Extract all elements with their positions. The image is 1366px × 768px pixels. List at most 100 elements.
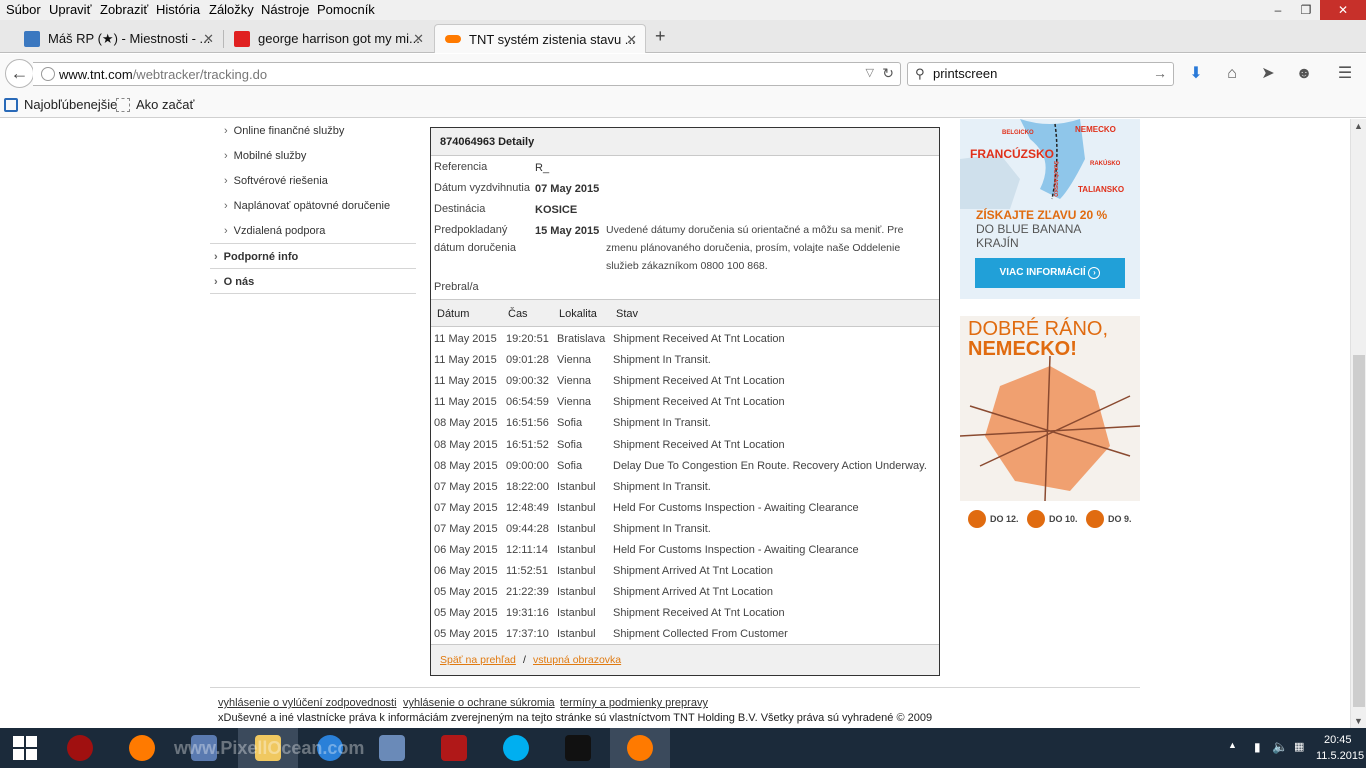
cell-location: Bratislava — [557, 333, 606, 345]
tab-youtube[interactable]: george harrison got my mi... ✕ — [224, 24, 432, 53]
map-label: FRANCÚZSKO — [970, 147, 1054, 161]
firefox-icon — [129, 735, 155, 761]
menu-item-edit[interactable]: Upraviť — [49, 2, 91, 17]
search-go-icon[interactable]: → — [1153, 65, 1167, 81]
home-icon[interactable]: ⌂ — [1222, 64, 1242, 84]
more-info-button[interactable]: VIAC INFORMÁCIÍ › — [975, 258, 1125, 288]
restore-button[interactable]: ❐ — [1292, 0, 1320, 20]
battery-icon[interactable]: ▮ — [1254, 740, 1261, 754]
scroll-down-icon[interactable]: ▼ — [1354, 716, 1363, 726]
sidebar-item-mobile[interactable]: › Mobilné služby — [224, 150, 306, 162]
clock-date[interactable]: 11.5.2015 — [1316, 750, 1364, 762]
new-tab-button[interactable]: + — [655, 26, 666, 47]
cell-date: 06 May 2015 — [434, 544, 498, 556]
chat-icon[interactable]: ☻ — [1294, 64, 1314, 84]
cell-date: 05 May 2015 — [434, 586, 498, 599]
url-dropdown-icon[interactable]: ▽ — [866, 66, 874, 79]
tab-tnt[interactable]: TNT systém zistenia stavu ... ✕ — [434, 24, 646, 53]
firefox-icon — [627, 735, 653, 761]
terms-link[interactable]: termíny a podmienky prepravy — [560, 697, 708, 709]
volume-icon[interactable]: 🔈 — [1272, 739, 1288, 755]
menu-item-tools[interactable]: Nástroje — [261, 2, 309, 17]
back-to-overview-link[interactable]: Späť na prehľad — [440, 654, 516, 666]
cell-location: Istanbul — [557, 586, 596, 599]
cell-date: 11 May 2015 — [434, 354, 497, 367]
table-row: 07 May 2015 18:22:00 Istanbul Shipment In T… — [431, 478, 939, 499]
cell-status: Shipment Received At Tnt Location — [613, 396, 785, 409]
map-label: TALIANSKO — [1078, 185, 1125, 194]
menu-item-view[interactable]: Zobraziť — [100, 2, 148, 17]
blue-banana-ad[interactable]: BELGICKO NEMECKO FRANCÚZSKO RAKÚSKO TALI… — [960, 119, 1140, 299]
cell-status: Shipment In Transit. — [613, 417, 711, 430]
close-button[interactable]: ✕ — [1320, 0, 1366, 20]
table-row: 11 May 2015 09:01:28 Vienna Shipment In Tra… — [431, 351, 939, 372]
globe-icon — [41, 67, 55, 81]
taskbar-app[interactable] — [112, 728, 172, 768]
scroll-thumb[interactable] — [1353, 355, 1365, 707]
detail-title: 874064963 Detaily — [431, 128, 939, 156]
search-bar[interactable]: ⚲ → — [907, 62, 1174, 86]
table-row: 11 May 2015 09:00:32 Vienna Shipment Receiv… — [431, 372, 939, 393]
keyboard-icon[interactable]: ▦ — [1294, 740, 1304, 753]
cell-status: Shipment Received At Tnt Location — [613, 375, 785, 388]
start-button[interactable] — [0, 728, 50, 768]
cell-status: Held For Customs Inspection - Awaiting C… — [613, 544, 859, 556]
disclaimer-link[interactable]: vyhlásenie o vylúčení zodpovednosti — [218, 697, 397, 709]
cell-date: 06 May 2015 — [434, 565, 498, 578]
menu-item-bookmarks[interactable]: Záložky — [209, 2, 254, 17]
bookmark-label: Najobľúbenejšie — [24, 97, 118, 112]
field-label-pickup-date: Dátum vyzdvihnutia — [434, 182, 530, 194]
taskbar-app[interactable] — [50, 728, 110, 768]
back-button[interactable]: ← — [5, 59, 34, 88]
clock-time[interactable]: 20:45 — [1324, 734, 1352, 746]
minimize-button[interactable]: – — [1264, 0, 1292, 20]
cell-time: 09:00:00 — [506, 459, 549, 472]
bookmark-getting-started[interactable]: Ako začať — [116, 97, 194, 112]
cell-time: 16:51:52 — [506, 438, 549, 451]
menu-icon[interactable]: ☰ — [1335, 64, 1355, 84]
tab-rp[interactable]: Máš RP (★) - Miestnosti - ... ✕ — [14, 24, 222, 53]
reload-icon[interactable]: ↻ — [882, 65, 894, 82]
cell-location: Sofia — [557, 417, 583, 430]
cell-date: 11 May 2015 — [434, 375, 497, 388]
scroll-up-icon[interactable]: ▲ — [1354, 121, 1363, 131]
tray-expand-icon[interactable]: ▲ — [1228, 740, 1237, 750]
good-morning-germany-ad[interactable]: DOBRÉ RÁNO, NEMECKO! — [960, 316, 1140, 501]
sidebar-item-about[interactable]: › O nás — [214, 276, 254, 288]
taskbar-app[interactable] — [486, 728, 546, 768]
search-icon: ⚲ — [915, 66, 925, 81]
tab-close-icon[interactable]: ✕ — [203, 31, 214, 47]
entry-screen-link[interactable]: vstupná obrazovka — [533, 654, 621, 666]
taskbar-app[interactable] — [424, 728, 484, 768]
tab-close-icon[interactable]: ✕ — [626, 32, 637, 48]
column-header-date: Dátum — [437, 308, 470, 320]
menu-item-file[interactable]: Súbor — [6, 2, 41, 17]
ad-subheadline: KRAJÍN — [976, 236, 1019, 250]
clock-badge: DO 12. — [968, 510, 1019, 528]
tab-close-icon[interactable]: ✕ — [413, 31, 424, 47]
taskbar-app[interactable] — [610, 728, 670, 768]
sidebar-item-software[interactable]: › Softvérové riešenia — [224, 175, 328, 187]
menu-item-history[interactable]: História — [156, 2, 200, 17]
sidebar-item-online-finance[interactable]: › Online finančné služby — [224, 125, 344, 137]
vertical-scrollbar[interactable]: ▲ ▼ — [1350, 119, 1366, 728]
sidebar-item-remote-support[interactable]: › Vzdialená podpora — [224, 225, 325, 237]
sidebar-item-redelivery[interactable]: › Naplánovať opätovné doručenie — [224, 200, 390, 212]
cell-location: Istanbul — [557, 565, 596, 578]
media-app-icon — [67, 735, 93, 761]
sidebar-item-support-info[interactable]: › Podporné info — [214, 251, 298, 263]
privacy-link[interactable]: vyhlásenie o ochrane súkromia — [403, 697, 555, 709]
page-content: › Online finančné služby › Mobilné služby … — [0, 119, 1350, 728]
url-bar[interactable]: www.tnt.com/webtracker/tracking.do ▽ ↻ — [33, 62, 901, 86]
download-icon[interactable]: ⬇ — [1186, 64, 1206, 84]
taskbar-app[interactable] — [362, 728, 422, 768]
bookmark-favorites[interactable]: Najobľúbenejšie — [4, 97, 117, 112]
send-icon[interactable]: ➤ — [1258, 64, 1278, 84]
taskbar-app[interactable] — [548, 728, 608, 768]
clock-icon — [1027, 510, 1045, 528]
search-input[interactable] — [933, 66, 1143, 81]
cell-status: Delay Due To Congestion En Route. Recove… — [613, 459, 927, 472]
url-text[interactable]: www.tnt.com/webtracker/tracking.do — [59, 67, 267, 82]
menu-item-help[interactable]: Pomocník — [317, 2, 375, 17]
field-value-pickup-date: 07 May 2015 — [535, 183, 600, 195]
